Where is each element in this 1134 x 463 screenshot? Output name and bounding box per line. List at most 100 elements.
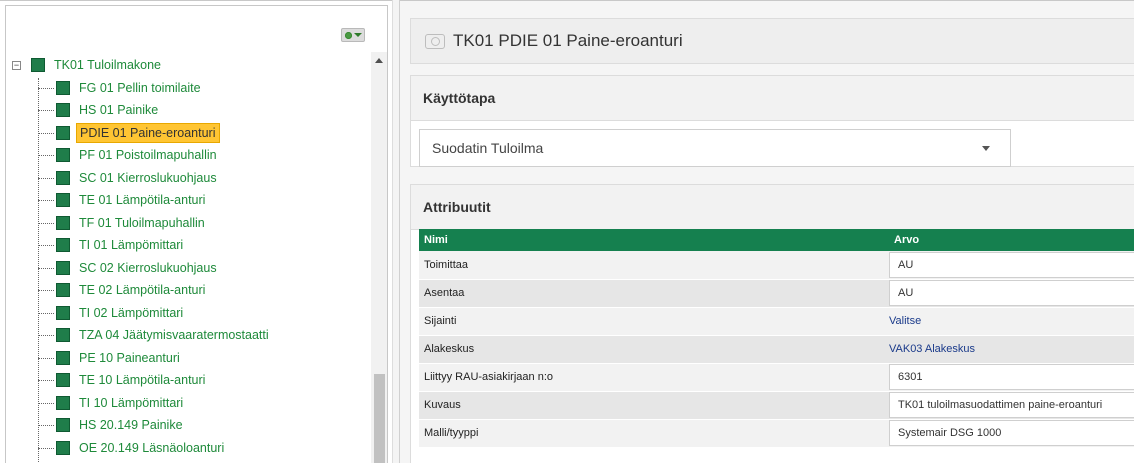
tree-item[interactable]: TF 01 Tuloilmapuhallin — [56, 212, 387, 234]
table-row: Kuvaus TK01 tuloilmasuodattimen paine-ero… — [419, 391, 1134, 420]
node-icon — [56, 395, 70, 410]
tree-root-label: TK01 Tuloilmakone — [54, 58, 162, 72]
tree-item[interactable]: TI 10 Lämpömittari — [56, 392, 387, 414]
node-icon — [56, 283, 70, 297]
tree-item[interactable]: TZA 04 Jäätymisvaaratermostaatti — [56, 324, 387, 346]
attribute-value-link[interactable]: Valitse — [889, 315, 921, 327]
scroll-up-arrow-icon[interactable] — [375, 58, 383, 63]
tree-item-label: PE 10 Paineanturi — [79, 350, 180, 365]
node-icon — [56, 440, 70, 455]
tree-connector — [38, 78, 39, 463]
tree-panel: − TK01 Tuloilmakone FG 01 Pellin toimila… — [0, 0, 392, 463]
tree-item[interactable]: OE 20.149 Läsnäoloanturi — [56, 437, 387, 459]
tree-connector — [38, 177, 54, 179]
node-icon — [56, 305, 70, 320]
node-icon — [56, 125, 70, 140]
page-title: TK01 PDIE 01 Paine-eroanturi — [453, 31, 683, 50]
tree-item[interactable]: TI 01 Lämpömittari — [56, 234, 387, 256]
table-header-row: Nimi Arvo — [419, 229, 1134, 251]
attribute-value-cell: AU — [889, 251, 1134, 280]
tree-item-label: SC 01 Kierroslukuohjaus — [79, 170, 217, 185]
node-icon — [56, 148, 70, 162]
tree-item-label: TI 01 Lämpömittari — [79, 238, 184, 252]
table-row: Alakeskus VAK03 Alakeskus — [419, 335, 1134, 364]
tree-item[interactable]: SC 02 Kierroslukuohjaus — [56, 257, 387, 279]
tree-item-label: TZA 04 Jäätymisvaaratermostaatti — [79, 328, 269, 342]
tree-item[interactable]: FG 01 Pellin toimilaite — [56, 77, 387, 99]
attribute-value-input[interactable]: AU — [889, 280, 1134, 306]
node-icon — [56, 328, 70, 342]
attribute-name: Toimittaa — [419, 251, 889, 280]
attribute-value-input[interactable]: AU — [889, 251, 1134, 278]
tree-item-label: SC 02 Kierroslukuohjaus — [79, 260, 217, 275]
node-icon — [56, 350, 70, 365]
tree-item[interactable]: SC 01 Kierroslukuohjaus — [56, 167, 387, 189]
tree-item-label: TE 01 Lämpötila-anturi — [79, 193, 206, 207]
attributes-heading: Attribuutit — [411, 185, 1134, 230]
attribute-value-input[interactable]: TK01 tuloilmasuodattimen paine-eroanturi — [889, 392, 1134, 418]
table-row: Malli/tyyppi Systemair DSG 1000 — [419, 419, 1134, 448]
tree-item[interactable]: TI 02 Lämpömittari — [56, 302, 387, 324]
tree-toolbar — [6, 6, 387, 46]
tree-list: − TK01 Tuloilmakone FG 01 Pellin toimila… — [6, 52, 387, 463]
attribute-value-cell: TK01 tuloilmasuodattimen paine-eroanturi — [889, 391, 1134, 420]
attribute-name: Kuvaus — [419, 391, 889, 420]
tree-item[interactable]: PF 01 Poistoilmapuhallin — [56, 144, 387, 166]
tree-item[interactable]: HS 01 Painike — [56, 99, 387, 121]
tree-item[interactable]: TE 01 Lämpötila-anturi — [56, 189, 387, 211]
attribute-value-input[interactable]: 6301 — [889, 364, 1134, 390]
tree-item[interactable]: PE 10 Paineanturi — [56, 347, 387, 369]
scrollbar-thumb[interactable] — [374, 374, 385, 463]
attribute-value-cell: AU — [889, 279, 1134, 308]
tree-item[interactable]: PDIE 01 Paine-eroanturi — [56, 122, 387, 144]
tree-connector — [38, 425, 54, 426]
tree-connector — [38, 447, 54, 449]
attribute-value-link[interactable]: VAK03 Alakeskus — [889, 343, 975, 355]
node-icon — [56, 373, 70, 387]
collapse-icon[interactable]: − — [12, 60, 21, 70]
tree-item[interactable]: TE 02 Lämpötila-anturi — [56, 279, 387, 301]
node-icon — [56, 418, 70, 432]
tree-connector — [38, 200, 54, 201]
attribute-value-cell: Valitse — [889, 307, 1134, 336]
tree-item-label: TF 01 Tuloilmapuhallin — [79, 215, 205, 230]
tree-item[interactable]: OE 20.150 Läsnäoloanturi — [56, 459, 387, 463]
detail-panel: TK01 PDIE 01 Paine-eroanturi Käyttötapa … — [400, 0, 1134, 463]
tree-connector — [38, 290, 54, 291]
table-row: Sijainti Valitse — [419, 307, 1134, 336]
usage-select[interactable]: Suodatin Tuloilma — [419, 129, 1011, 167]
node-icon — [56, 238, 70, 252]
tree-connector — [38, 245, 54, 246]
node-icon — [56, 80, 70, 95]
attribute-value-input[interactable]: Systemair DSG 1000 — [889, 420, 1134, 446]
chevron-down-icon — [353, 33, 362, 37]
tree-root-item[interactable]: − TK01 Tuloilmakone — [6, 54, 371, 76]
tree-connector — [38, 312, 54, 314]
tree-connector — [38, 132, 54, 134]
settings-dropdown-button[interactable] — [341, 28, 365, 42]
dropdown-caret-icon — [982, 146, 990, 151]
panel-splitter[interactable] — [392, 0, 400, 463]
node-icon — [56, 260, 70, 275]
attributes-section: Attribuutit Nimi Arvo Toimittaa AU Asentaa… — [410, 184, 1134, 463]
usage-select-value: Suodatin Tuloilma — [432, 140, 544, 156]
tree-item-label: TE 10 Lämpötila-anturi — [79, 373, 206, 387]
tree-connector — [38, 87, 54, 89]
gear-icon — [344, 31, 352, 39]
camera-icon[interactable] — [425, 33, 445, 49]
tree-item-label: TI 10 Lämpömittari — [79, 395, 184, 410]
node-icon — [31, 58, 45, 72]
tree-connector — [38, 155, 54, 156]
tree-item-label: OE 20.149 Läsnäoloanturi — [79, 440, 225, 455]
tree-item-label: HS 01 Painike — [79, 103, 159, 117]
column-header-name: Nimi — [419, 229, 889, 251]
tree-connector — [38, 402, 54, 404]
tree-item[interactable]: TE 10 Lämpötila-anturi — [56, 369, 387, 391]
tree-connector — [38, 110, 54, 111]
tree-scrollbar[interactable] — [371, 52, 387, 463]
tree-item[interactable]: HS 20.149 Painike — [56, 414, 387, 436]
table-row: Asentaa AU — [419, 279, 1134, 308]
tree-connector — [38, 222, 54, 224]
tree-connector — [38, 380, 54, 381]
tree-connector — [38, 335, 54, 336]
